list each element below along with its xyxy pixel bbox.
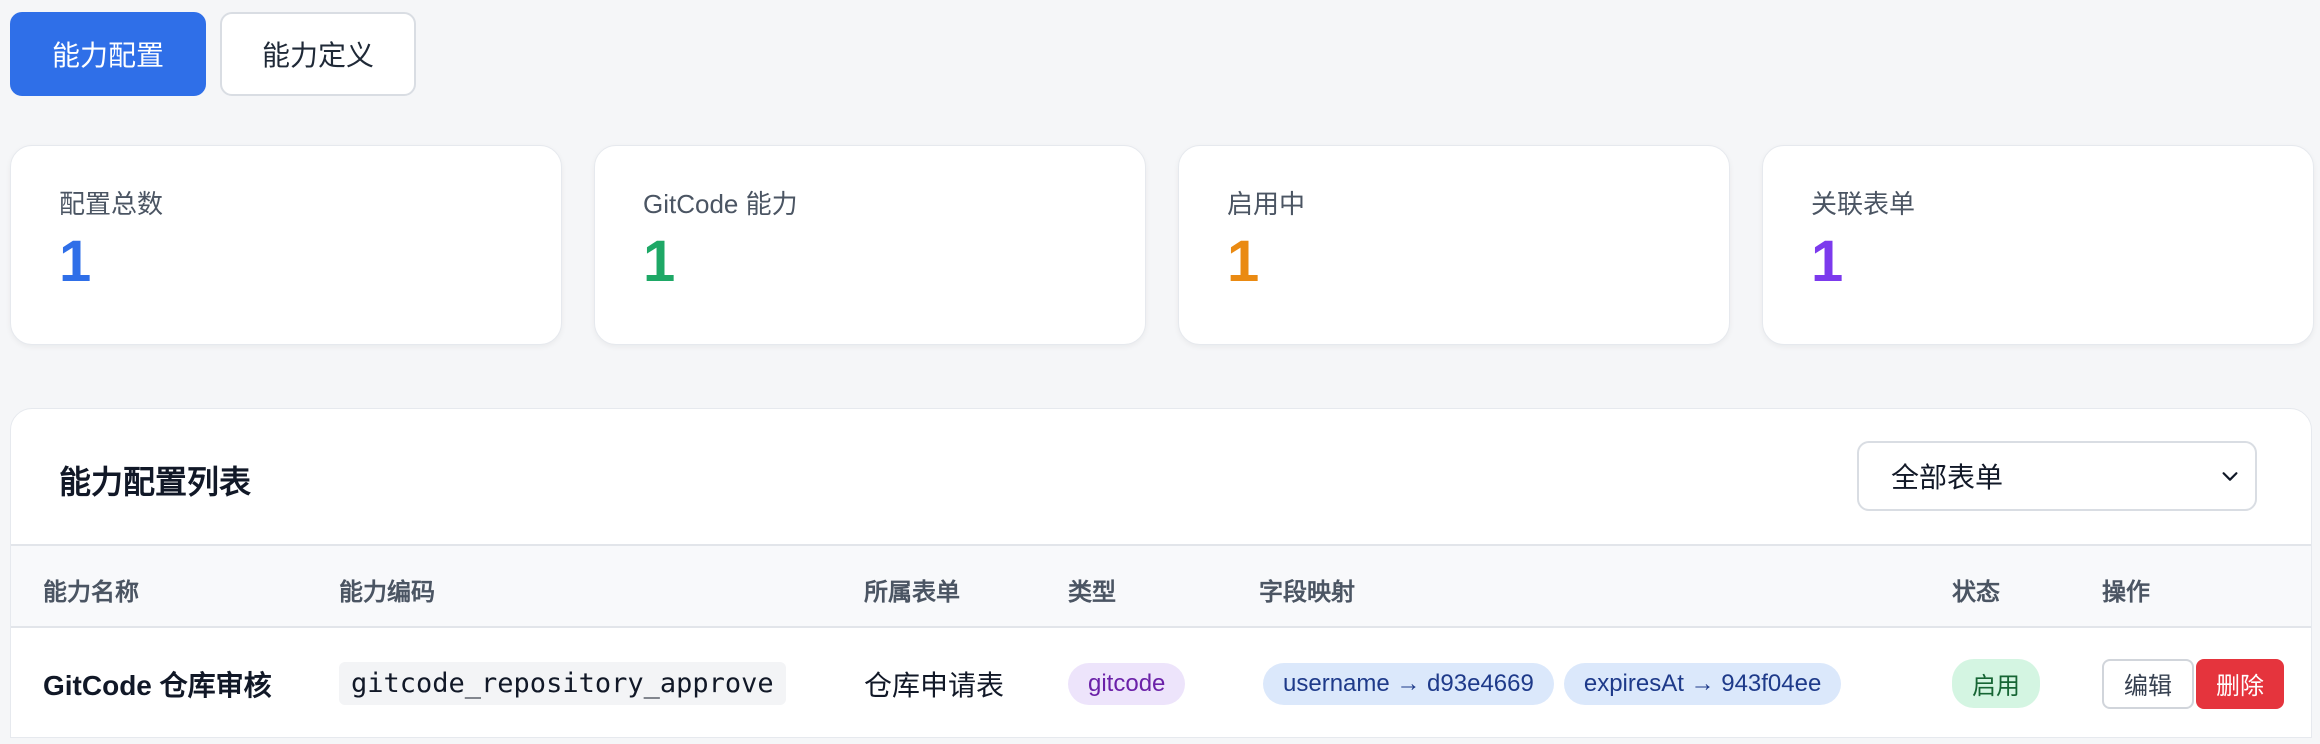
type-badge: gitcode [1068, 662, 1186, 705]
header-form: 所属表单 [864, 579, 960, 606]
stat-value: 1 [59, 229, 92, 294]
status-badge: 启用 [1952, 659, 2040, 708]
cell-status: 启用 [1952, 628, 2040, 737]
stat-card-enabled: 启用中 1 [1178, 145, 1730, 345]
capability-name: GitCode 仓库审核 [43, 669, 272, 701]
tab-capability-config[interactable]: 能力配置 [10, 12, 206, 96]
cell-actions: 编辑 删除 [2102, 628, 2284, 737]
tab-capability-definition[interactable]: 能力定义 [220, 12, 416, 96]
stat-value: 1 [1227, 229, 1260, 294]
form-name: 仓库申请表 [864, 669, 1005, 701]
delete-button[interactable]: 删除 [2196, 658, 2284, 709]
capability-code: gitcode_repository_approve [339, 662, 786, 705]
table-header: 能力名称 能力编码 所属表单 类型 字段映射 状态 操作 [11, 544, 2311, 628]
stat-label: 配置总数 [59, 189, 164, 219]
stat-card-total-configs: 配置总数 1 [10, 145, 562, 345]
tab-bar: 能力配置 能力定义 [10, 12, 416, 96]
table-row: GitCode 仓库审核 gitcode_repository_approve … [11, 628, 2311, 737]
cell-name: GitCode 仓库审核 [43, 628, 272, 737]
field-mapping-tag: username → d93e4669 [1263, 662, 1554, 705]
cell-mappings: username → d93e4669 expiresAt → 943f04ee [1263, 628, 1851, 737]
form-filter-value: 全部表单 [1891, 462, 2004, 493]
header-status: 状态 [1952, 579, 2000, 606]
header-capability-code: 能力编码 [339, 579, 435, 606]
header-capability-name: 能力名称 [43, 579, 139, 606]
edit-button[interactable]: 编辑 [2102, 658, 2194, 709]
capability-config-panel: 能力配置列表 全部表单 能力名称 能力编码 所属表单 类型 字段映射 状态 操作… [10, 408, 2312, 738]
stats-row: 配置总数 1 GitCode 能力 1 启用中 1 关联表单 1 [10, 145, 2314, 345]
cell-type: gitcode [1068, 628, 1186, 737]
chevron-down-icon [2222, 472, 2238, 481]
header-actions: 操作 [2102, 579, 2150, 606]
stat-label: GitCode 能力 [643, 189, 798, 219]
stat-label: 关联表单 [1811, 189, 1916, 219]
stat-label: 启用中 [1227, 189, 1306, 219]
header-field-mapping: 字段映射 [1259, 579, 1355, 606]
field-mapping-tag: expiresAt → 943f04ee [1563, 662, 1842, 705]
panel-title: 能力配置列表 [59, 464, 252, 500]
form-filter-select[interactable]: 全部表单 [1857, 441, 2257, 511]
stat-card-linked-forms: 关联表单 1 [1762, 145, 2314, 345]
cell-code: gitcode_repository_approve [339, 628, 786, 737]
header-type: 类型 [1068, 579, 1116, 606]
stat-value: 1 [1811, 229, 1844, 294]
stat-card-gitcode-capabilities: GitCode 能力 1 [594, 145, 1146, 345]
stat-value: 1 [643, 229, 676, 294]
cell-form: 仓库申请表 [864, 628, 1005, 737]
